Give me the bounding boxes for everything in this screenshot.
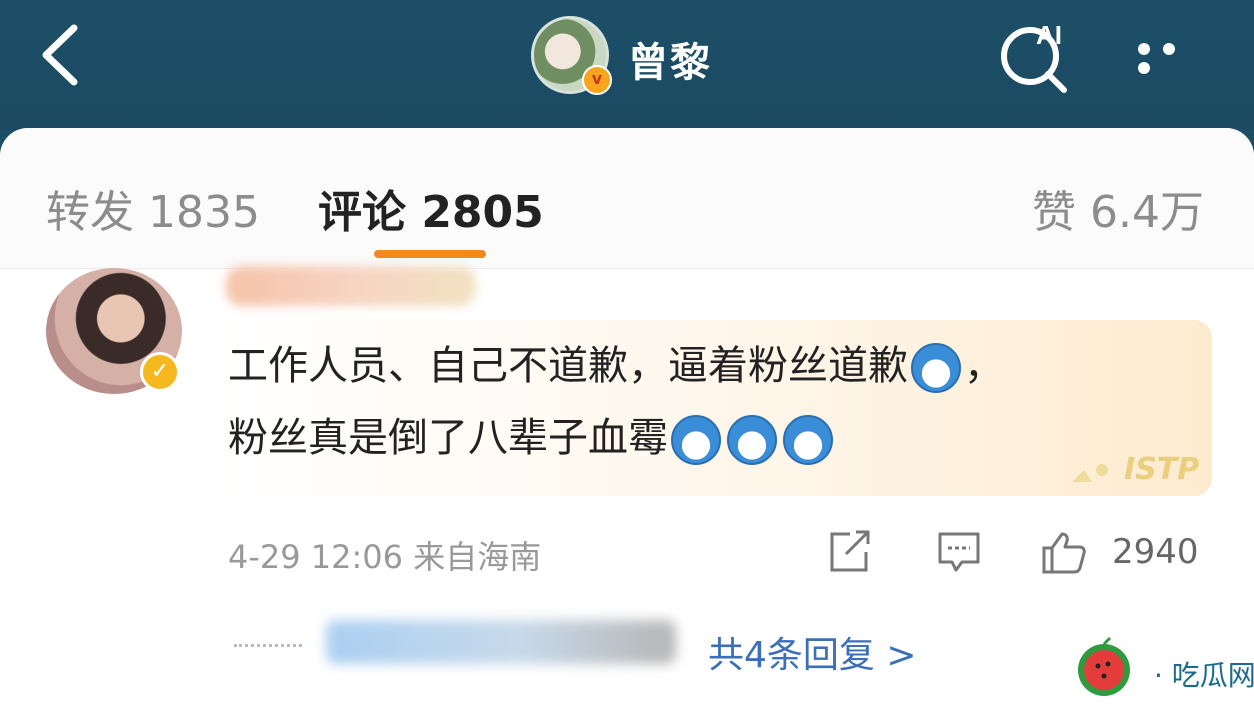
- comment-timestamp: 4-29 12:06 来自海南: [228, 538, 542, 576]
- watermelon-logo-icon: [1078, 636, 1130, 696]
- commenter-name-blurred[interactable]: [226, 266, 476, 306]
- header-avatar[interactable]: v: [531, 16, 612, 95]
- tab-bar: 转发 1835 评论 2805 赞 6.4万: [0, 128, 1254, 268]
- doraemon-emoji-icon: [783, 415, 833, 465]
- comment-line-1: 工作人员、自己不道歉，逼着粉丝道歉: [228, 343, 908, 389]
- divider: [0, 268, 1254, 269]
- like-count: 2940: [1112, 532, 1199, 572]
- tab-repost[interactable]: 转发 1835: [46, 176, 260, 240]
- comment-text: 工作人员、自己不道歉，逼着粉丝道歉 ， 粉丝真是倒了八辈子血霉: [228, 330, 1188, 474]
- verified-badge-icon: v: [582, 65, 612, 95]
- reply-separator-dots: [234, 644, 302, 647]
- personality-stamp: ISTP: [1062, 432, 1232, 502]
- comment-line-1-punct: ，: [964, 343, 1004, 389]
- ai-search-icon[interactable]: AI: [996, 14, 1076, 94]
- top-navigation-bar: v 曾黎 AI: [0, 0, 1254, 130]
- chevron-left-icon[interactable]: [38, 20, 82, 90]
- view-replies-link[interactable]: 共4条回复 >: [708, 626, 917, 678]
- verified-badge-icon: ✓: [140, 352, 180, 392]
- comment-line-2: 粉丝真是倒了八辈子血霉: [228, 415, 668, 461]
- doraemon-emoji-icon: [911, 343, 961, 393]
- thumbs-up-icon[interactable]: [1040, 530, 1086, 574]
- watermark-text: · 吃瓜网 ·: [1154, 659, 1254, 692]
- doraemon-emoji-icon: [671, 415, 721, 465]
- ai-label: AI: [1036, 20, 1062, 50]
- sparkle-icon: [1072, 464, 1108, 482]
- header-username[interactable]: 曾黎: [628, 30, 712, 88]
- reply-preview-blurred[interactable]: [326, 620, 676, 664]
- more-dots-icon[interactable]: [1138, 40, 1210, 74]
- tab-comment[interactable]: 评论 2805: [318, 176, 544, 240]
- active-tab-indicator: [374, 250, 486, 258]
- share-icon[interactable]: [826, 530, 872, 574]
- reply-comment-icon[interactable]: [936, 530, 982, 574]
- stamp-text: ISTP: [1124, 452, 1200, 487]
- tab-like[interactable]: 赞 6.4万: [1032, 176, 1204, 240]
- commenter-avatar[interactable]: ✓: [46, 268, 182, 394]
- doraemon-emoji-icon: [727, 415, 777, 465]
- site-watermark: · 吃瓜网 ·: [1066, 634, 1254, 706]
